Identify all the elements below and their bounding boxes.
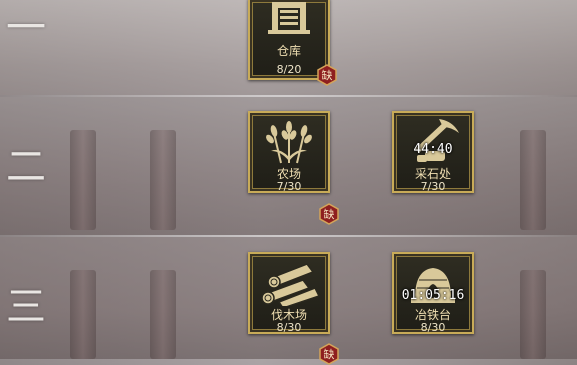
- shortage-label: 缺: [323, 208, 335, 221]
- tier-label-3: 三: [6, 284, 46, 330]
- shortage-badge[interactable]: 缺: [318, 203, 340, 225]
- pickaxe-icon: [394, 117, 472, 165]
- background-pillar: [520, 130, 546, 230]
- building-card-farm[interactable]: 农场 7/30: [248, 111, 330, 193]
- building-card-iron-smelter[interactable]: 01:05:16 冶铁台 8/30: [392, 252, 474, 334]
- building-count: 8/30: [420, 321, 446, 334]
- background-pillar: [150, 270, 176, 359]
- building-card-lumber-mill[interactable]: 伐木场 8/30: [248, 252, 330, 334]
- tier-label-1: 一: [6, 5, 46, 51]
- build-timer: 01:05:16: [401, 288, 465, 303]
- background-pillar: [150, 130, 176, 230]
- tier-label-2: 二: [6, 144, 46, 190]
- building-count: 7/30: [276, 180, 302, 193]
- tier-divider: [0, 95, 577, 97]
- shortage-badge[interactable]: 缺: [316, 64, 338, 86]
- background-pillar: [520, 270, 546, 359]
- building-name: 仓库: [276, 44, 301, 58]
- shortage-label: 缺: [323, 348, 335, 361]
- tier-divider: [0, 235, 577, 237]
- warehouse-icon: [250, 0, 328, 40]
- logs-icon: [250, 258, 328, 306]
- building-card-quarry[interactable]: 44:40 采石处 7/30: [392, 111, 474, 193]
- background-pillar: [70, 130, 96, 230]
- shortage-label: 缺: [321, 69, 333, 82]
- background-pillar: [70, 270, 96, 359]
- shortage-badge[interactable]: 缺: [318, 343, 340, 365]
- building-count: 7/30: [420, 180, 446, 193]
- building-count: 8/30: [276, 321, 302, 334]
- wheat-icon: [250, 117, 328, 165]
- build-timer: 44:40: [413, 142, 453, 157]
